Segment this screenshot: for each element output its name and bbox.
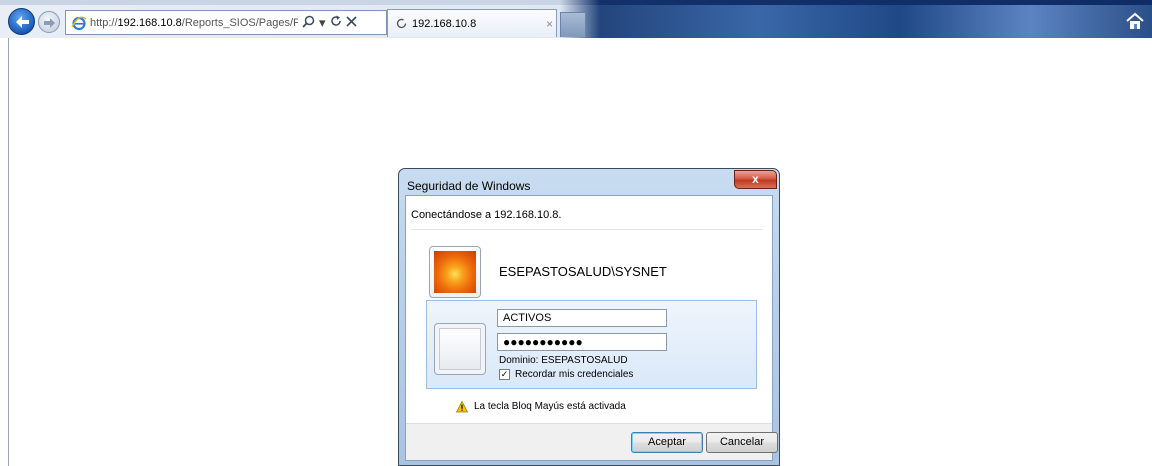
domain-label: Dominio: ESEPASTOSALUD [499,355,628,366]
forward-button[interactable] [38,11,60,33]
page-edge [8,38,9,466]
tab-close-icon[interactable]: × [546,17,553,31]
refresh-icon[interactable] [330,15,342,30]
credentials-panel: ACTIVOS ●●●●●●●●●●● Dominio: ESEPASTOSAL… [426,300,757,389]
saved-user-name[interactable]: ESEPASTOSALUD\SYSNET [499,264,667,279]
dialog-close-button[interactable]: x [734,170,777,189]
capslock-warning: La tecla Bloq Mayús está activada [474,401,626,412]
tab-title: 192.168.10.8 [412,18,477,30]
separator [411,229,763,230]
windows-security-dialog: Seguridad de Windows x Conectándose a 19… [398,168,780,466]
remember-credentials-checkbox[interactable]: ✓ [499,369,510,380]
dialog-button-bar: Aceptar Cancelar [406,423,778,460]
warning-icon [456,401,468,413]
address-url[interactable]: http://192.168.10.8/Reports_SIOS/Pages/F… [90,17,298,29]
password-input[interactable]: ●●●●●●●●●●● [497,333,667,351]
browser-tab[interactable]: 192.168.10.8 × [387,9,557,37]
flower-avatar-icon [434,251,476,293]
address-dropdown-icon[interactable]: ▾ [319,15,326,31]
remember-credentials-label[interactable]: Recordar mis credenciales [515,369,633,380]
saved-user-tile[interactable] [429,246,481,298]
stop-icon[interactable] [345,15,357,30]
title-band [0,0,1152,5]
home-icon[interactable] [1124,11,1146,31]
search-icon[interactable] [302,15,315,31]
browser-toolbar: http://192.168.10.8/Reports_SIOS/Pages/F… [0,0,1152,38]
ok-button[interactable]: Aceptar [631,432,703,453]
forward-arrow-icon [44,18,55,28]
connecting-text: Conectándose a 192.168.10.8. [411,209,562,221]
user-avatar-icon [434,323,486,375]
username-input[interactable]: ACTIVOS [497,309,667,327]
back-arrow-icon [16,16,29,28]
ie-page-icon [71,16,87,30]
dialog-body: Conectándose a 192.168.10.8. ESEPASTOSAL… [405,195,778,461]
back-button[interactable] [8,8,35,35]
address-bar[interactable]: http://192.168.10.8/Reports_SIOS/Pages/F… [65,10,387,35]
dialog-title: Seguridad de Windows [407,179,531,193]
new-tab-button[interactable] [560,12,586,37]
loading-tab-icon [396,18,407,32]
cancel-button[interactable]: Cancelar [706,432,778,453]
